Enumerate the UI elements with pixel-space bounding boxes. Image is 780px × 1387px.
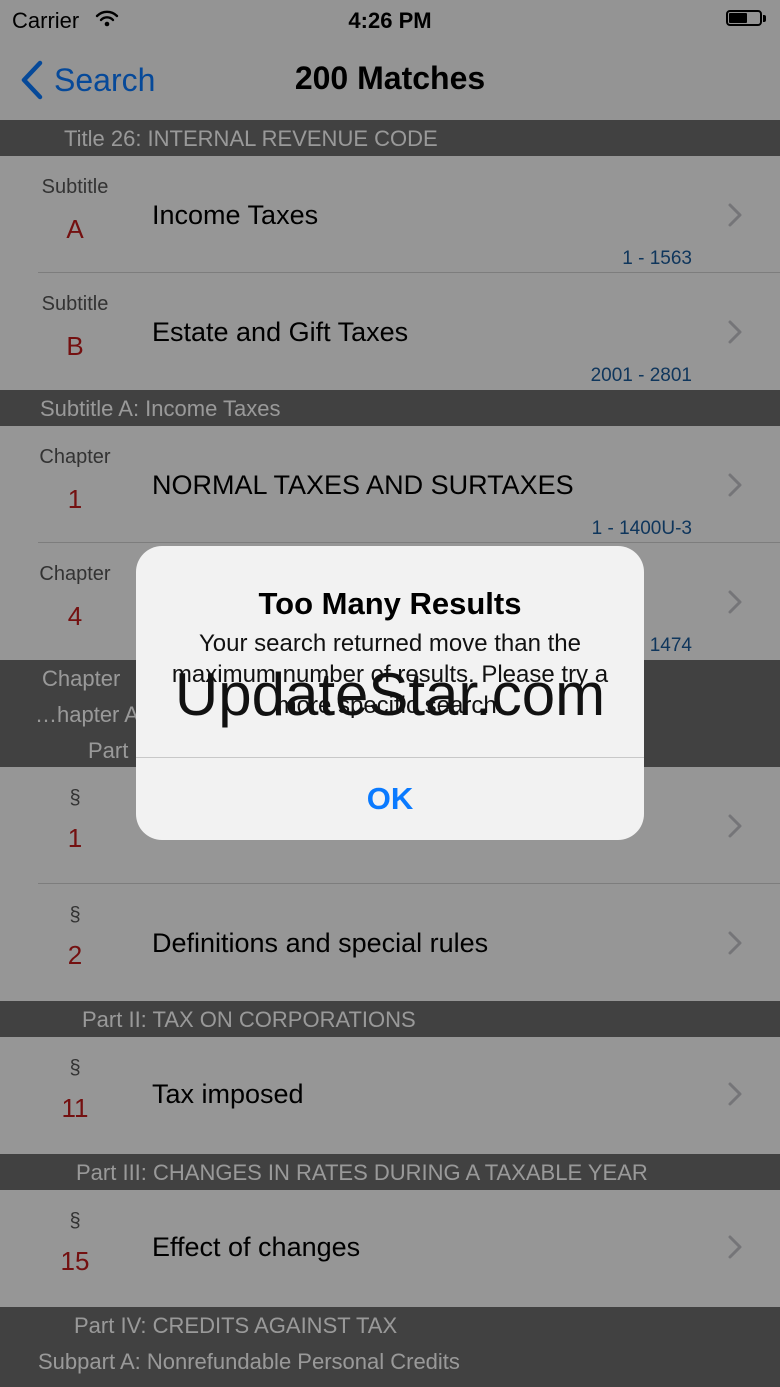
alert-dialog: Too Many Results Your search returned mo… — [136, 546, 644, 840]
alert-title: Too Many Results — [258, 586, 522, 621]
ok-button[interactable]: OK — [136, 758, 644, 840]
alert-message: Your search returned move than the maxim… — [171, 630, 609, 719]
